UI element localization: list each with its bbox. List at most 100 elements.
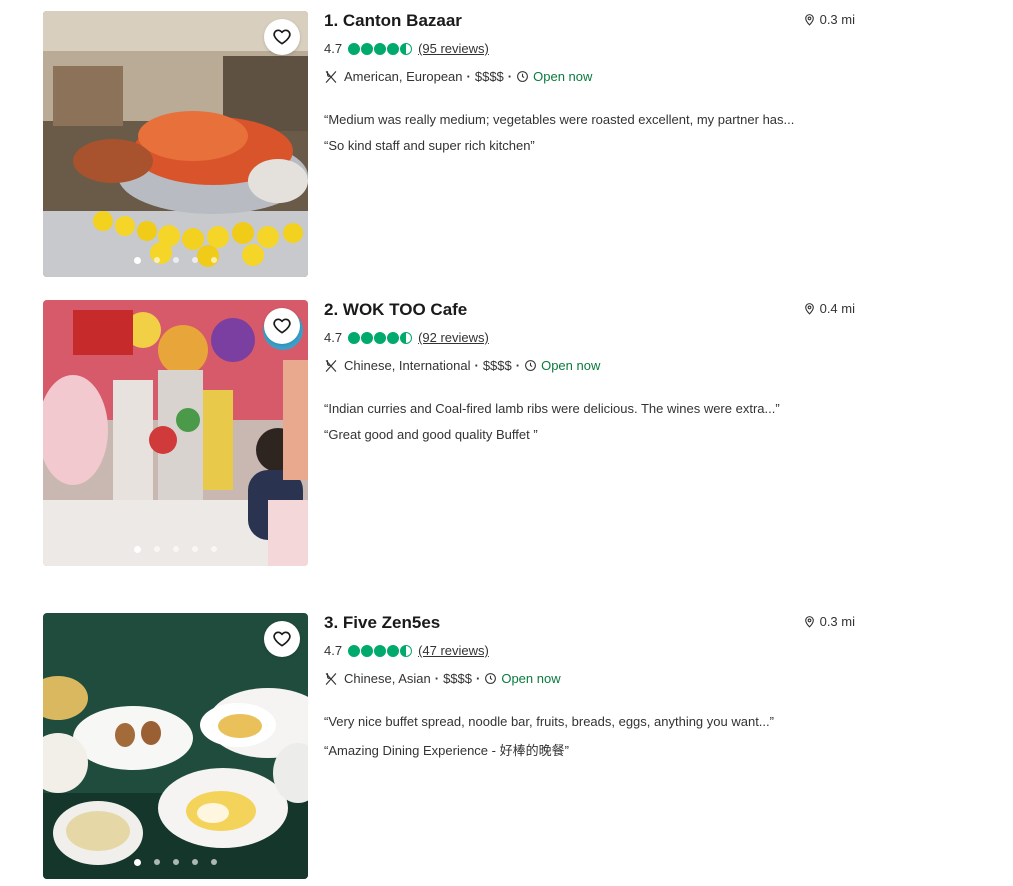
- rating-bubble-half: [400, 331, 413, 344]
- restaurant-photo[interactable]: [43, 300, 308, 566]
- rating-bubble: [387, 42, 400, 55]
- heart-icon: [273, 318, 291, 334]
- review-snippet[interactable]: “Indian curries and Coal-fired lamb ribs…: [324, 401, 780, 416]
- rating-score: 4.7: [324, 643, 343, 658]
- meta-row: Chinese, International · $$$$ · Open now: [324, 358, 600, 373]
- price-level: $$$$: [482, 358, 512, 373]
- rating-bubbles: [348, 42, 413, 55]
- rating-bubble: [374, 331, 387, 344]
- carousel-dot[interactable]: [134, 546, 141, 553]
- price-level: $$$$: [443, 671, 472, 686]
- review-snippet[interactable]: “Medium was really medium; vegetables we…: [324, 112, 794, 127]
- rating-bubble: [361, 42, 374, 55]
- carousel-dot[interactable]: [192, 859, 198, 865]
- rating-bubble: [374, 42, 387, 55]
- photo-carousel-dots[interactable]: [43, 546, 308, 553]
- rating-bubble: [361, 331, 374, 344]
- distance-value: 0.3 mi: [819, 614, 855, 629]
- reviews-link[interactable]: (92 reviews): [418, 330, 489, 345]
- photo-carousel-dots[interactable]: [43, 859, 308, 866]
- dim-sum-plates-image: [43, 613, 308, 879]
- restaurant-card[interactable]: 3. Five Zen5es 0.3 mi 4.7 (47 reviews) C…: [43, 613, 858, 879]
- cuisine-text: Chinese, International: [344, 358, 471, 373]
- save-favorite-button[interactable]: [264, 308, 300, 344]
- cuisine-text: Chinese, Asian: [344, 671, 431, 686]
- open-status: Open now: [501, 671, 561, 686]
- review-snippet[interactable]: “Great good and good quality Buffet ”: [324, 427, 538, 442]
- distance-value: 0.4 mi: [819, 301, 855, 316]
- carousel-dot[interactable]: [192, 546, 198, 552]
- rating-score: 4.7: [324, 41, 343, 56]
- clock-icon: [485, 673, 497, 684]
- heart-icon: [273, 29, 291, 45]
- rating-row: 4.7 (95 reviews): [324, 41, 489, 56]
- save-favorite-button[interactable]: [264, 621, 300, 657]
- cuisine-text: American, European: [344, 69, 463, 84]
- rating-bubble: [361, 644, 374, 657]
- rating-bubble: [374, 644, 387, 657]
- rating-bubble-half: [400, 644, 413, 657]
- restaurant-title[interactable]: 3. Five Zen5es: [324, 613, 440, 633]
- separator-dot: ·: [434, 671, 440, 686]
- rating-row: 4.7 (47 reviews): [324, 643, 489, 658]
- rating-bubbles: [348, 644, 413, 657]
- restaurant-photo[interactable]: [43, 613, 308, 879]
- review-snippet[interactable]: “Amazing Dining Experience - 好棒的晚餐”: [324, 740, 569, 759]
- separator-dot: ·: [507, 69, 513, 84]
- price-level: $$$$: [474, 69, 504, 84]
- utensils-icon: [325, 70, 337, 83]
- carousel-dot[interactable]: [192, 257, 198, 263]
- open-status: Open now: [533, 69, 593, 84]
- map-pin-icon: [804, 14, 814, 26]
- clock-icon: [525, 360, 537, 371]
- carousel-dot[interactable]: [134, 257, 141, 264]
- rating-bubbles: [348, 331, 413, 344]
- review-snippet[interactable]: “Very nice buffet spread, noodle bar, fr…: [324, 714, 774, 729]
- rating-bubble: [387, 644, 400, 657]
- reviews-link[interactable]: (95 reviews): [418, 41, 489, 56]
- photo-carousel-dots[interactable]: [43, 257, 308, 264]
- rating-bubble: [348, 331, 361, 344]
- map-pin-icon: [804, 616, 814, 628]
- reviews-link[interactable]: (47 reviews): [418, 643, 489, 658]
- separator-dot: ·: [474, 358, 479, 373]
- carousel-dot[interactable]: [154, 257, 160, 263]
- review-snippet[interactable]: “So kind staff and super rich kitchen”: [324, 138, 535, 153]
- carousel-dot[interactable]: [173, 859, 179, 865]
- separator-dot: ·: [466, 69, 471, 84]
- carousel-dot[interactable]: [173, 546, 179, 552]
- distance: 0.3 mi: [803, 614, 855, 629]
- restaurant-card[interactable]: 1. Canton Bazaar 0.3 mi 4.7 (95 reviews)…: [43, 11, 858, 277]
- carousel-dot[interactable]: [211, 546, 217, 552]
- distance: 0.4 mi: [803, 301, 855, 316]
- rating-bubble: [387, 331, 400, 344]
- rating-bubble-half: [400, 42, 413, 55]
- utensils-icon: [325, 672, 337, 685]
- rating-score: 4.7: [324, 330, 343, 345]
- rating-bubble: [348, 42, 361, 55]
- map-pin-icon: [804, 303, 814, 315]
- restaurant-title[interactable]: 1. Canton Bazaar: [324, 11, 462, 31]
- separator-dot: ·: [476, 671, 481, 686]
- carousel-dot[interactable]: [134, 859, 141, 866]
- utensils-icon: [325, 359, 337, 372]
- carousel-dot[interactable]: [154, 546, 160, 552]
- restaurant-photo[interactable]: [43, 11, 308, 277]
- distance: 0.3 mi: [803, 12, 855, 27]
- restaurant-title[interactable]: 2. WOK TOO Cafe: [324, 300, 467, 320]
- carousel-dot[interactable]: [154, 859, 160, 865]
- meta-row: Chinese, Asian · $$$$ · Open now: [324, 671, 561, 686]
- save-favorite-button[interactable]: [264, 19, 300, 55]
- carousel-dot[interactable]: [211, 257, 217, 263]
- separator-dot: ·: [515, 358, 521, 373]
- rating-bubble: [348, 644, 361, 657]
- candy-buffet-image: [43, 300, 308, 566]
- carousel-dot[interactable]: [211, 859, 217, 865]
- open-status: Open now: [541, 358, 601, 373]
- heart-icon: [273, 631, 291, 647]
- restaurant-card[interactable]: 2. WOK TOO Cafe 0.4 mi 4.7 (92 reviews) …: [43, 300, 858, 566]
- clock-icon: [517, 71, 529, 82]
- rating-row: 4.7 (92 reviews): [324, 330, 489, 345]
- carousel-dot[interactable]: [173, 257, 179, 263]
- distance-value: 0.3 mi: [819, 12, 855, 27]
